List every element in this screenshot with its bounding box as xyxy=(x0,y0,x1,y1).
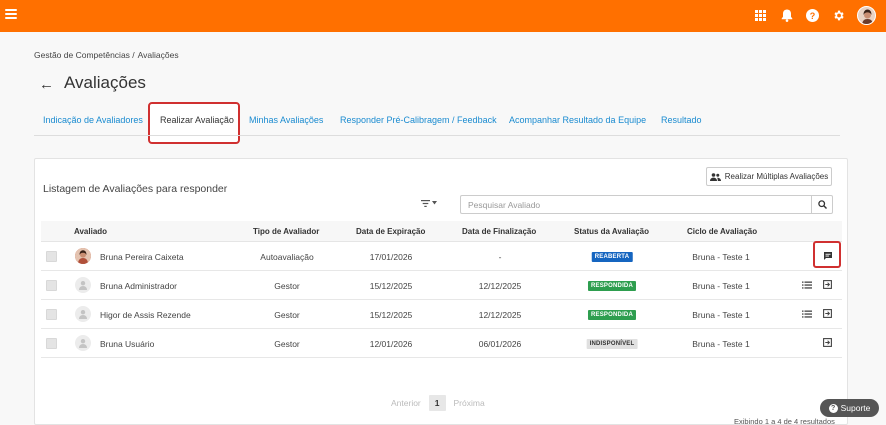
tipo-avaliador: Autoavaliação xyxy=(260,252,314,262)
column-header-ciclo[interactable]: Ciclo de Avaliação xyxy=(687,227,757,236)
avaliado-name: Bruna Administrador xyxy=(100,281,178,291)
row-checkbox[interactable] xyxy=(46,280,57,291)
tab-pre-calibragem-feedback[interactable]: Responder Pré-Calibragem / Feedback xyxy=(340,115,497,125)
avatar xyxy=(75,248,91,264)
gear-icon[interactable] xyxy=(831,8,846,23)
page-title: Avaliações xyxy=(64,73,146,92)
tab-minhas-avaliacoes[interactable]: Minhas Avaliações xyxy=(249,115,323,125)
search-button[interactable] xyxy=(811,195,833,214)
status-badge: REABERTA xyxy=(591,252,633,262)
apps-grid-icon[interactable] xyxy=(753,8,768,23)
support-label: Suporte xyxy=(840,403,871,413)
column-header-tipo[interactable]: Tipo de Avaliador xyxy=(253,227,319,236)
group-icon xyxy=(709,172,721,181)
table-header: Avaliado Tipo de Avaliador Data de Expir… xyxy=(41,221,842,242)
multiple-evaluations-button[interactable]: Realizar Múltiplas Avaliações xyxy=(706,167,832,186)
tab-resultado[interactable]: Resultado xyxy=(661,115,702,125)
list-icon[interactable] xyxy=(801,279,812,290)
tipo-avaliador: Gestor xyxy=(274,310,300,320)
table-row: Bruna Administrador Gestor 15/12/2025 12… xyxy=(41,271,842,300)
data-finalizacao: 12/12/2025 xyxy=(478,281,522,291)
bell-icon[interactable] xyxy=(779,8,794,23)
breadcrumb-item[interactable]: Gestão de Competências / xyxy=(34,50,135,60)
row-checkbox[interactable] xyxy=(46,338,57,349)
open-evaluation-icon[interactable] xyxy=(822,279,833,290)
search-icon xyxy=(817,200,827,209)
search-input[interactable] xyxy=(460,195,811,214)
status-badge: RESPONDIDA xyxy=(587,310,637,320)
avaliado-name: Bruna Pereira Caixeta xyxy=(100,252,184,262)
evaluations-table: Avaliado Tipo de Avaliador Data de Expir… xyxy=(41,221,842,358)
avatar xyxy=(75,306,91,322)
pagination-prev[interactable]: Anterior xyxy=(391,398,421,408)
column-header-avaliado[interactable]: Avaliado xyxy=(74,227,107,236)
evaluations-card: Listagem de Avaliações para responder Re… xyxy=(34,158,848,425)
status-badge: INDISPONÍVEL xyxy=(586,339,638,349)
pagination: Anterior 1 Próxima xyxy=(391,395,485,411)
avaliado-name: Higor de Assis Rezende xyxy=(100,310,191,320)
table-row: Higor de Assis Rezende Gestor 15/12/2025… xyxy=(41,300,842,329)
column-header-finalizacao[interactable]: Data de Finalização xyxy=(462,227,536,236)
table-row: Bruna Usuário Gestor 12/01/2026 06/01/20… xyxy=(41,329,842,358)
tab-acompanhar-resultado-equipe[interactable]: Acompanhar Resultado da Equipe xyxy=(509,115,646,125)
ciclo-avaliacao: Bruna - Teste 1 xyxy=(692,281,750,291)
filter-icon[interactable] xyxy=(421,197,441,209)
tab-realizar-avaliacao[interactable]: Realizar Avaliação xyxy=(160,115,234,125)
data-finalizacao: 06/01/2026 xyxy=(478,339,522,349)
data-expiracao: 12/01/2026 xyxy=(369,339,413,349)
svg-text:?: ? xyxy=(810,11,816,21)
pagination-page-1[interactable]: 1 xyxy=(428,395,446,411)
user-avatar[interactable] xyxy=(857,6,876,25)
help-icon: ? xyxy=(828,403,838,413)
tipo-avaliador: Gestor xyxy=(274,339,300,349)
open-evaluation-icon[interactable] xyxy=(822,337,833,348)
data-expiracao: 17/01/2026 xyxy=(369,252,413,262)
action-highlight xyxy=(813,241,841,268)
data-finalizacao: 12/12/2025 xyxy=(478,310,522,320)
row-checkbox[interactable] xyxy=(46,309,57,320)
data-expiracao: 15/12/2025 xyxy=(369,281,413,291)
tab-bar: Indicação de Avaliadores Realizar Avalia… xyxy=(34,110,840,136)
table-row: Bruna Pereira Caixeta Autoavaliação 17/0… xyxy=(41,242,842,271)
menu-icon[interactable] xyxy=(5,9,17,21)
avaliado-name: Bruna Usuário xyxy=(100,339,155,349)
back-arrow-icon[interactable]: ← xyxy=(39,76,54,93)
list-title: Listagem de Avaliações para responder xyxy=(43,183,228,195)
tipo-avaliador: Gestor xyxy=(274,281,300,291)
open-evaluation-icon[interactable] xyxy=(822,308,833,319)
status-badge: RESPONDIDA xyxy=(587,281,637,291)
results-count: Exibindo 1 a 4 de 4 resultados xyxy=(734,417,835,425)
data-finalizacao: - xyxy=(498,252,502,262)
main-content: Gestão de Competências / Avaliações ← Ava… xyxy=(0,32,886,425)
row-checkbox[interactable] xyxy=(46,251,57,262)
list-icon[interactable] xyxy=(801,308,812,319)
ciclo-avaliacao: Bruna - Teste 1 xyxy=(692,252,750,262)
avatar xyxy=(75,277,91,293)
support-button[interactable]: ? Suporte xyxy=(820,399,879,417)
column-header-expiracao[interactable]: Data de Expiração xyxy=(356,227,425,236)
chevron-down-icon xyxy=(432,201,437,205)
help-icon[interactable]: ? xyxy=(805,8,820,23)
ciclo-avaliacao: Bruna - Teste 1 xyxy=(692,310,750,320)
breadcrumb: Gestão de Competências / Avaliações xyxy=(34,50,182,60)
data-expiracao: 15/12/2025 xyxy=(369,310,413,320)
top-bar: ? xyxy=(0,0,886,32)
breadcrumb-current: Avaliações xyxy=(137,50,179,60)
multiple-evaluations-label: Realizar Múltiplas Avaliações xyxy=(724,172,829,181)
column-header-status[interactable]: Status da Avaliação xyxy=(574,227,649,236)
tab-indicacao-avaliadores[interactable]: Indicação de Avaliadores xyxy=(43,115,143,125)
pagination-next[interactable]: Próxima xyxy=(454,398,485,408)
avatar xyxy=(75,335,91,351)
ciclo-avaliacao: Bruna - Teste 1 xyxy=(692,339,750,349)
